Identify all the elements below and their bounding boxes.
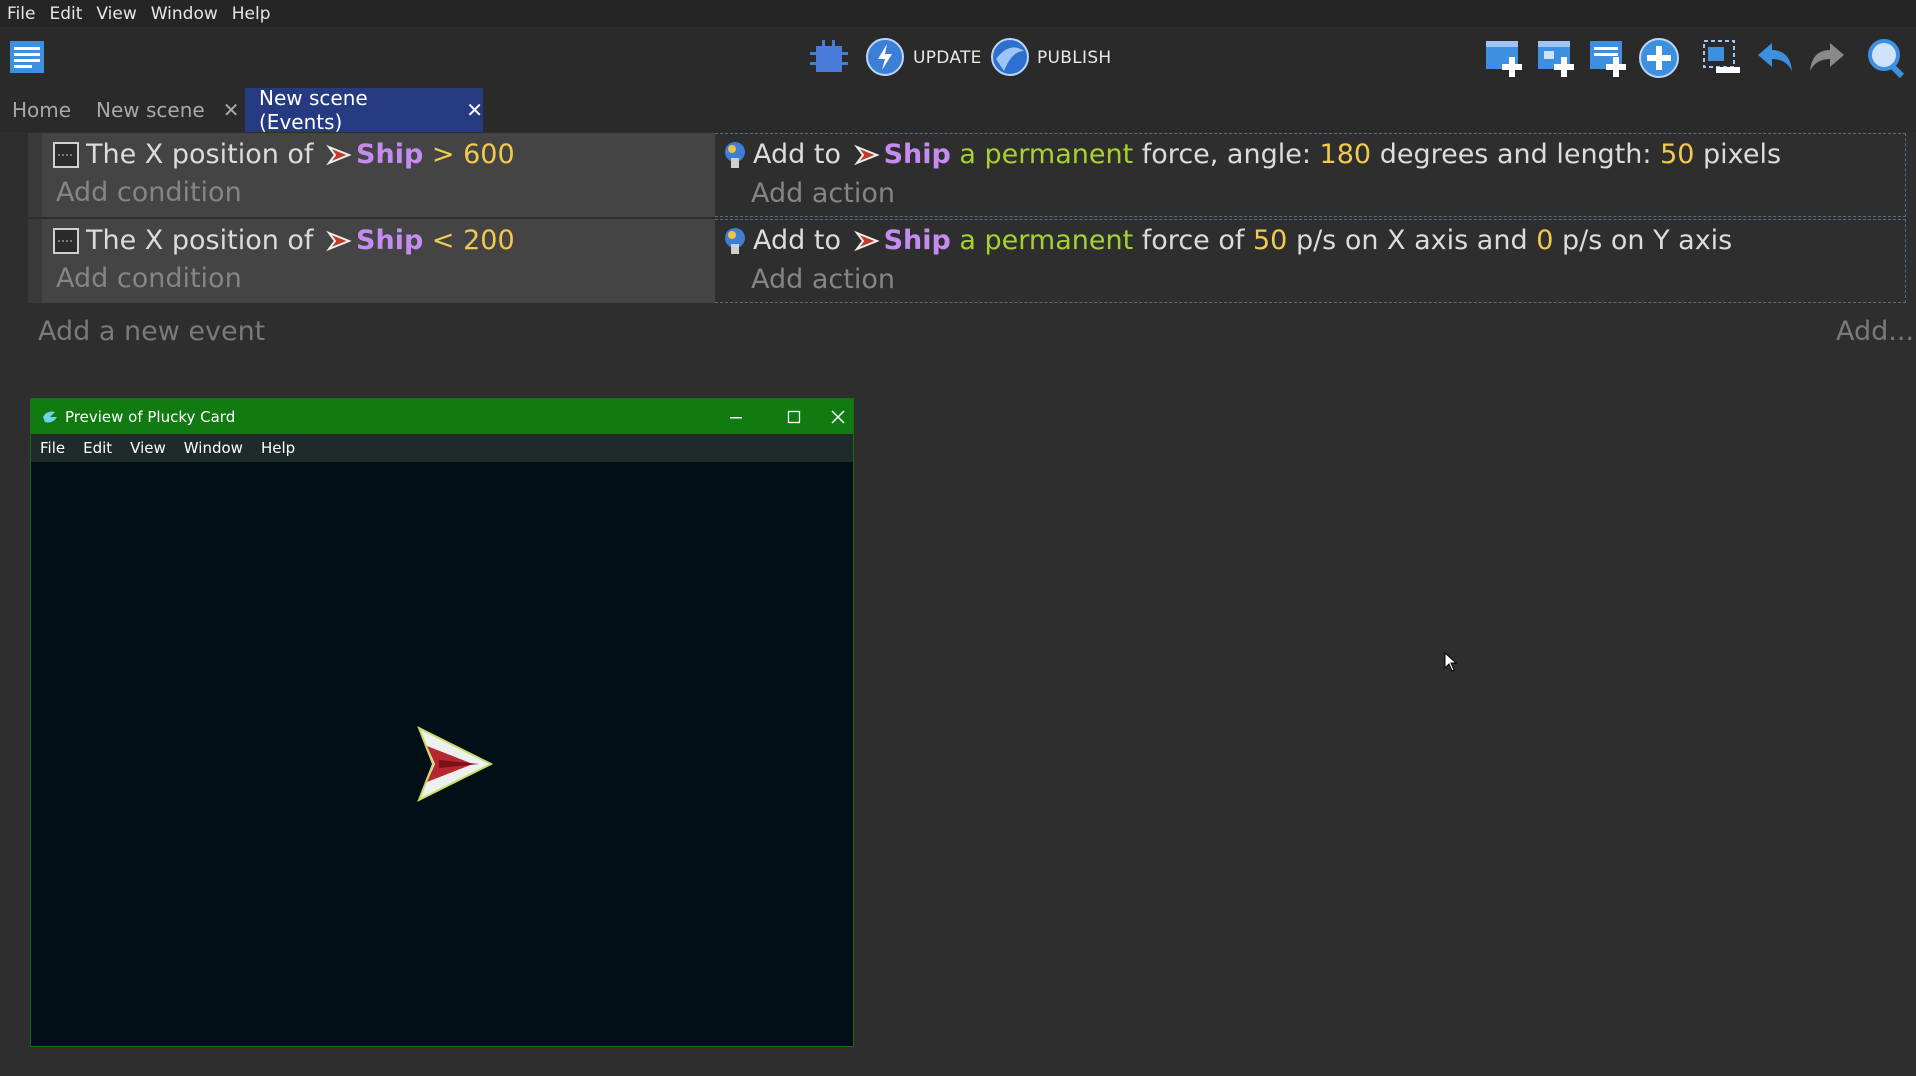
redo-icon[interactable]: [1806, 37, 1848, 79]
preview-menu-bar: File Edit View Window Help: [31, 434, 853, 462]
action-angle: 180: [1319, 139, 1372, 170]
update-icon[interactable]: [865, 37, 905, 77]
add-more-icon[interactable]: [1638, 37, 1680, 79]
add-subevent-icon[interactable]: [1536, 37, 1578, 79]
debugger-icon[interactable]: [808, 38, 848, 78]
action-y-value: 0: [1536, 225, 1554, 256]
action-prefix: Add to: [753, 139, 841, 170]
condition-value: 600: [463, 139, 515, 170]
actions-column[interactable]: Add to Ship a permanent force of 50 p/s …: [715, 219, 1906, 303]
actions-column[interactable]: Add to Ship a permanent force, angle: 18…: [715, 133, 1906, 217]
ship-icon: [326, 230, 352, 251]
conditions-column[interactable]: The X position of Ship < 200 Add conditi…: [28, 219, 715, 303]
add-condition-button[interactable]: Add condition: [56, 263, 242, 294]
search-icon[interactable]: [1866, 37, 1908, 79]
position-icon: [53, 141, 79, 168]
ship-icon: [853, 230, 880, 251]
condition-object: Ship: [356, 225, 424, 256]
condition-item[interactable]: The X position of Ship > 600: [52, 139, 515, 170]
tab-new-scene-events[interactable]: New scene (Events) ✕: [245, 86, 483, 134]
preview-menu-file[interactable]: File: [31, 439, 74, 457]
preview-menu-edit[interactable]: Edit: [74, 439, 121, 457]
action-item[interactable]: Add to Ship a permanent force, angle: 18…: [721, 139, 1781, 170]
action-mid2: p/s on X axis and: [1295, 225, 1528, 256]
undo-icon[interactable]: [1754, 37, 1796, 79]
add-comment-icon[interactable]: [1588, 37, 1630, 79]
menu-edit[interactable]: Edit: [42, 4, 89, 24]
close-window-button[interactable]: [823, 399, 853, 434]
add-action-button[interactable]: Add action: [751, 178, 895, 209]
mouse-cursor-icon: [1444, 651, 1458, 676]
gdevelop-logo-icon: [43, 411, 57, 422]
add-event-icon[interactable]: [1484, 37, 1526, 79]
action-kind: a permanent: [959, 139, 1134, 170]
condition-value: 200: [463, 225, 515, 256]
action-length: 50: [1660, 139, 1695, 170]
add-new-event-button[interactable]: Add a new event: [38, 316, 265, 347]
action-object: Ship: [883, 139, 951, 170]
publish-icon[interactable]: [990, 37, 1030, 77]
condition-operator: <: [431, 225, 455, 256]
minimize-button[interactable]: [707, 399, 765, 434]
game-canvas[interactable]: [31, 462, 853, 1046]
condition-item[interactable]: The X position of Ship < 200: [52, 225, 515, 256]
condition-operator: >: [431, 139, 455, 170]
condition-text: The X position of: [86, 139, 314, 170]
tab-new-scene-label: New scene: [96, 98, 205, 122]
conditions-column[interactable]: The X position of Ship > 600 Add conditi…: [28, 133, 715, 217]
tab-new-scene-events-label: New scene (Events): [259, 86, 368, 134]
ship-icon: [853, 144, 880, 165]
event-row[interactable]: The X position of Ship < 200 Add conditi…: [28, 219, 1906, 303]
position-icon: [53, 227, 79, 254]
tab-bar: Home New scene ✕ New scene (Events) ✕: [0, 86, 1916, 134]
close-icon[interactable]: ✕: [466, 98, 483, 122]
action-mid: force of: [1141, 225, 1245, 256]
physics-icon: [725, 227, 745, 254]
preview-menu-view[interactable]: View: [121, 439, 175, 457]
menu-file[interactable]: File: [0, 4, 42, 24]
action-suffix: p/s on Y axis: [1561, 225, 1733, 256]
menu-window[interactable]: Window: [144, 4, 225, 24]
event-sheet: The X position of Ship > 600 Add conditi…: [28, 133, 1906, 305]
project-manager-icon[interactable]: [8, 37, 48, 77]
tab-home-label: Home: [12, 98, 72, 122]
menu-help[interactable]: Help: [225, 4, 278, 24]
physics-icon: [725, 141, 745, 168]
condition-object: Ship: [356, 139, 424, 170]
preview-menu-window[interactable]: Window: [175, 439, 252, 457]
preview-menu-help[interactable]: Help: [252, 439, 304, 457]
action-mid: force, angle:: [1141, 139, 1311, 170]
add-more-button[interactable]: Add...: [1836, 316, 1914, 347]
ship-sprite: [417, 725, 494, 803]
tab-new-scene[interactable]: New scene ✕: [82, 88, 242, 132]
preview-title: Preview of Plucky Card: [65, 407, 236, 426]
close-icon[interactable]: ✕: [223, 98, 240, 122]
publish-button[interactable]: PUBLISH: [1037, 48, 1112, 68]
toolbar: UPDATE PUBLISH: [0, 27, 1916, 88]
update-button[interactable]: UPDATE: [913, 48, 982, 68]
action-suffix: pixels: [1703, 139, 1782, 170]
delete-selection-icon[interactable]: [1700, 37, 1742, 79]
menu-view[interactable]: View: [89, 4, 143, 24]
action-item[interactable]: Add to Ship a permanent force of 50 p/s …: [721, 225, 1732, 256]
event-row[interactable]: The X position of Ship > 600 Add conditi…: [28, 133, 1906, 217]
action-x-value: 50: [1252, 225, 1288, 256]
add-action-button[interactable]: Add action: [751, 264, 895, 295]
condition-text: The X position of: [86, 225, 314, 256]
preview-window[interactable]: Preview of Plucky Card File Edit View Wi…: [30, 398, 854, 1047]
add-condition-button[interactable]: Add condition: [56, 177, 242, 208]
action-mid2: degrees and length:: [1379, 139, 1652, 170]
ship-icon: [326, 144, 352, 165]
maximize-button[interactable]: [765, 399, 823, 434]
tab-home[interactable]: Home: [0, 88, 92, 132]
action-kind: a permanent: [959, 225, 1134, 256]
preview-titlebar[interactable]: Preview of Plucky Card: [31, 399, 853, 434]
action-prefix: Add to: [753, 225, 841, 256]
menu-bar: File Edit View Window Help: [0, 0, 1916, 27]
action-object: Ship: [883, 225, 951, 256]
